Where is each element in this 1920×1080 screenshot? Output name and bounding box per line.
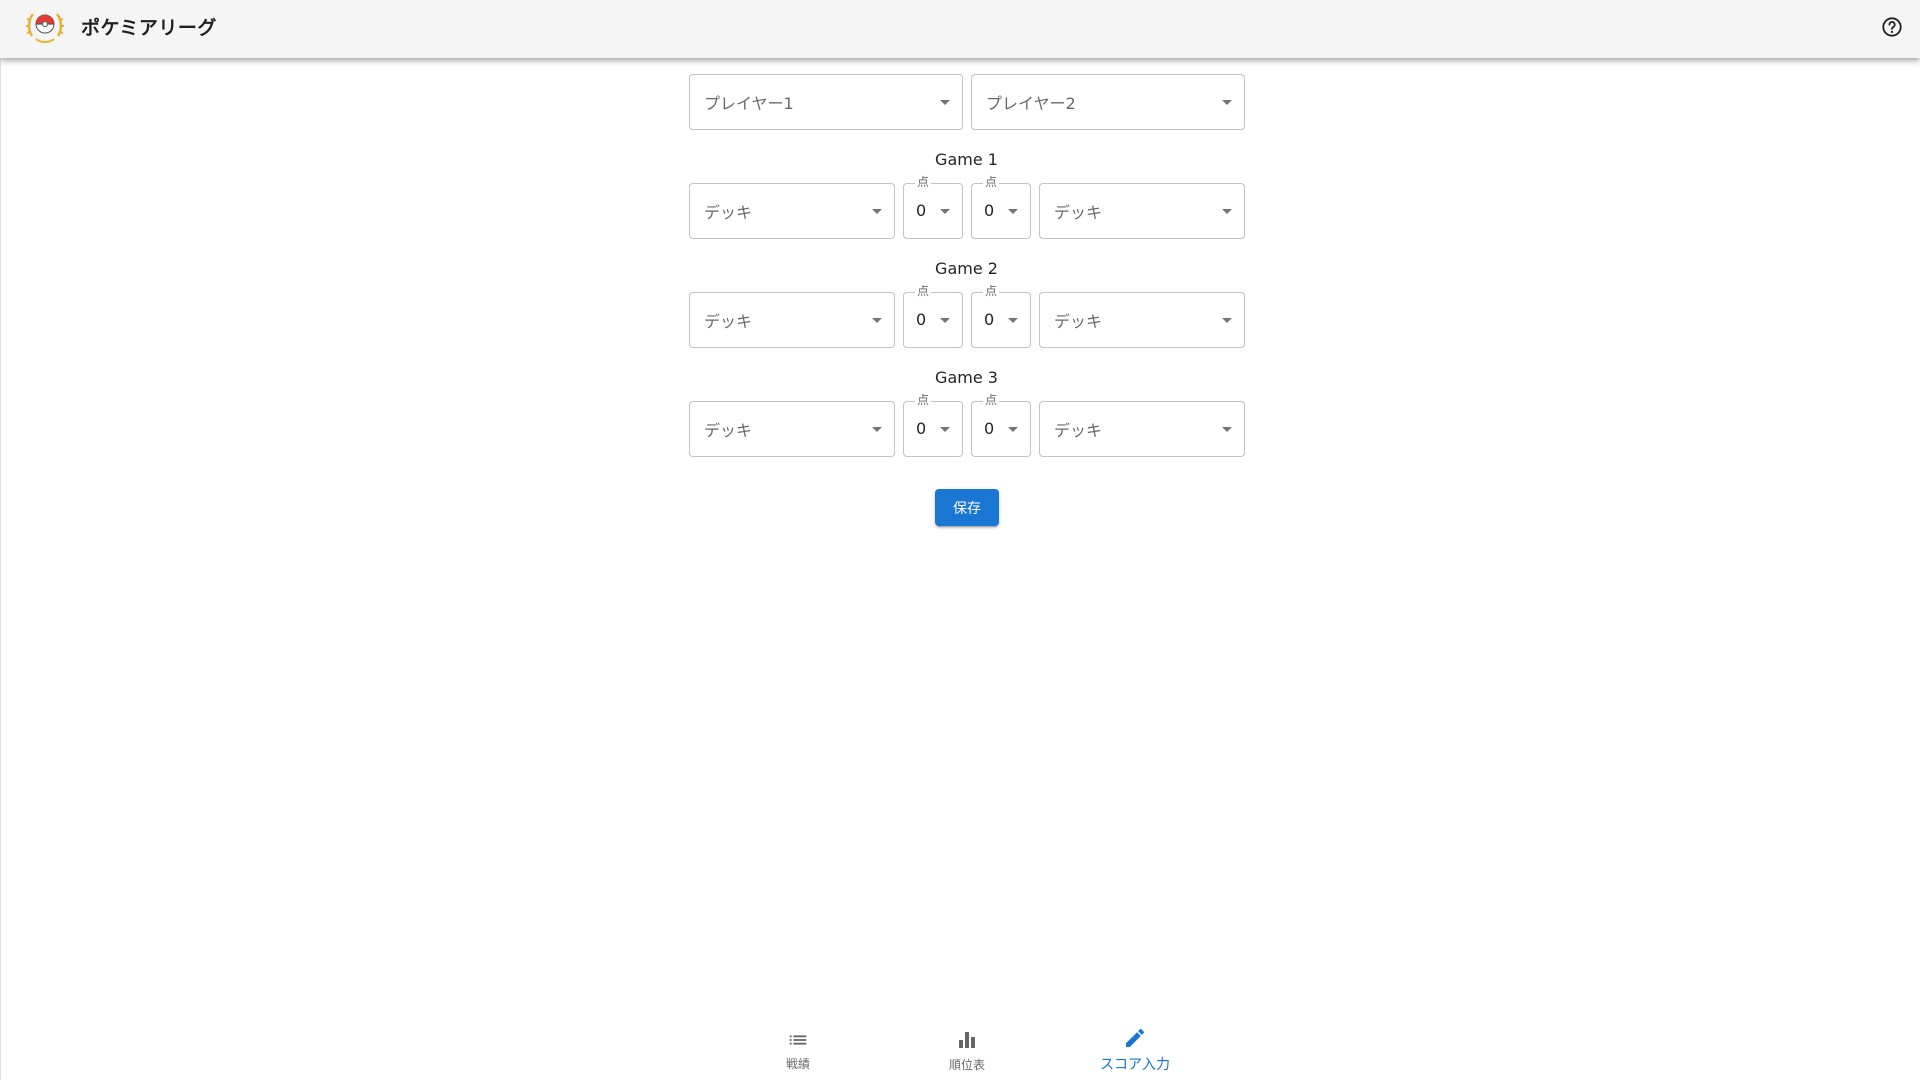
deck-placeholder: デッキ: [704, 312, 753, 331]
pokeball-laurel-logo-icon: [26, 13, 64, 43]
chevron-down-icon: [872, 318, 882, 323]
nav-label: 戦績: [785, 1056, 810, 1071]
game-2-deck-right-select[interactable]: デッキ: [1039, 292, 1245, 348]
nav-label: スコア入力: [1100, 1057, 1170, 1073]
score-value: 0: [916, 310, 927, 329]
chevron-down-icon: [1222, 427, 1232, 432]
deck-placeholder: デッキ: [1054, 421, 1103, 440]
help-circle-icon: [1882, 17, 1902, 37]
game-3-deck-left-select[interactable]: デッキ: [689, 401, 895, 457]
game-3-title: Game 3: [935, 368, 998, 387]
bottom-navigation: 戦績 順位表 スコア入力: [0, 1020, 1920, 1080]
game-2-deck-left-select[interactable]: デッキ: [689, 292, 895, 348]
nav-item-standings[interactable]: 順位表: [883, 1020, 1051, 1080]
chevron-down-icon: [940, 427, 950, 432]
chevron-down-icon: [1222, 318, 1232, 323]
score-label: 点: [983, 393, 1000, 407]
deck-placeholder: デッキ: [1054, 312, 1103, 331]
game-1-deck-left-select[interactable]: デッキ: [689, 183, 895, 239]
score-label: 点: [915, 393, 932, 407]
deck-placeholder: デッキ: [704, 203, 753, 222]
game-3-score-left-select[interactable]: 点 0: [903, 393, 963, 457]
player1-select[interactable]: プレイヤー1: [689, 74, 963, 130]
nav-item-score-entry[interactable]: スコア入力: [1051, 1020, 1219, 1080]
game-1-deck-right-select[interactable]: デッキ: [1039, 183, 1245, 239]
game-2-title: Game 2: [935, 259, 998, 278]
score-value: 0: [916, 419, 927, 438]
chevron-down-icon: [940, 100, 950, 105]
chevron-down-icon: [1008, 318, 1018, 323]
game-1-title: Game 1: [935, 150, 998, 169]
bar-chart-icon: [959, 1031, 975, 1048]
help-button[interactable]: [1876, 11, 1908, 43]
app-title: ポケミアリーグ: [81, 17, 217, 39]
chevron-down-icon: [1008, 427, 1018, 432]
score-label: 点: [983, 284, 1000, 298]
game-3-deck-right-select[interactable]: デッキ: [1039, 401, 1245, 457]
page-edge-divider: [0, 58, 1, 1080]
pencil-icon: [1126, 1028, 1145, 1047]
game-2-score-right-select[interactable]: 点 0: [971, 284, 1031, 348]
game-3-score-right-select[interactable]: 点 0: [971, 393, 1031, 457]
score-label: 点: [915, 175, 932, 189]
score-value: 0: [984, 201, 995, 220]
chevron-down-icon: [1222, 100, 1232, 105]
player2-select[interactable]: プレイヤー2: [971, 74, 1245, 130]
player2-placeholder: プレイヤー2: [986, 94, 1076, 113]
chevron-down-icon: [940, 209, 950, 214]
score-value: 0: [916, 201, 927, 220]
game-1-score-right-select[interactable]: 点 0: [971, 175, 1031, 239]
chevron-down-icon: [872, 209, 882, 214]
nav-item-results[interactable]: 戦績: [714, 1020, 882, 1080]
chevron-down-icon: [872, 427, 882, 432]
player1-placeholder: プレイヤー1: [704, 94, 794, 113]
score-value: 0: [984, 419, 995, 438]
save-button[interactable]: 保存: [935, 489, 999, 526]
game-1-score-left-select[interactable]: 点 0: [903, 175, 963, 239]
list-icon: [789, 1034, 807, 1045]
game-2-score-left-select[interactable]: 点 0: [903, 284, 963, 348]
deck-placeholder: デッキ: [1054, 203, 1103, 222]
score-label: 点: [983, 175, 1000, 189]
score-label: 点: [915, 284, 932, 298]
chevron-down-icon: [1222, 209, 1232, 214]
chevron-down-icon: [940, 318, 950, 323]
nav-label: 順位表: [948, 1057, 985, 1072]
chevron-down-icon: [1008, 209, 1018, 214]
score-value: 0: [984, 310, 995, 329]
deck-placeholder: デッキ: [704, 421, 753, 440]
app-bar: ポケミアリーグ: [0, 0, 1920, 58]
